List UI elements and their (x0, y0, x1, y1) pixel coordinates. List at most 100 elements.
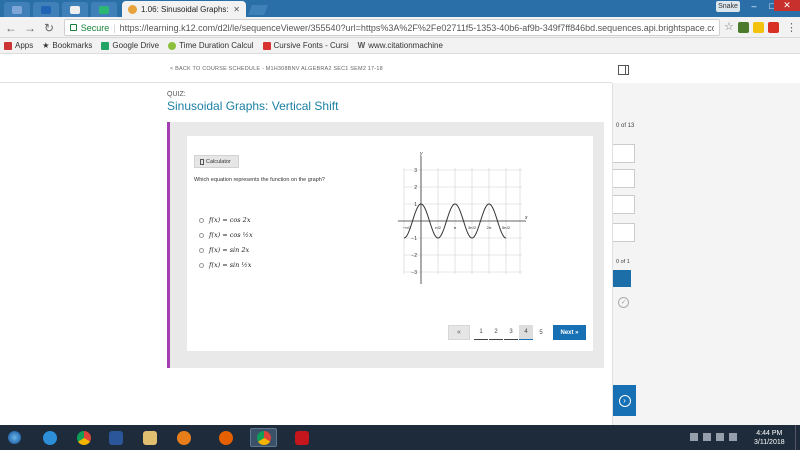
bookmark-label: www.citationmachine (368, 41, 443, 50)
x-tick-3half-pi: 3π/2 (468, 225, 477, 230)
chrome-icon (76, 430, 91, 445)
page-button-1[interactable]: 1 (474, 325, 488, 340)
font-icon (262, 41, 271, 50)
word-icon (108, 430, 123, 445)
taskbar-chrome[interactable] (70, 428, 97, 447)
window-close-icon[interactable]: ✕ (774, 0, 800, 11)
radio-button[interactable] (199, 247, 204, 253)
side-item-1[interactable] (613, 144, 635, 163)
drive-icon (101, 41, 110, 50)
bookmark-cursive-fonts[interactable]: Cursive Fonts - Cursi (262, 41, 349, 50)
user-profile-chip[interactable]: Snake (716, 1, 740, 12)
calculator-button[interactable]: Calculator (194, 155, 239, 168)
taskbar-ie[interactable] (36, 428, 63, 447)
x-tick-2pi: 2π (487, 225, 492, 230)
side-item-3[interactable] (613, 195, 635, 214)
next-button[interactable]: Next » (553, 325, 586, 340)
new-tab-button[interactable] (248, 5, 268, 15)
answer-option-4[interactable]: f(x) = sin ½x (199, 261, 251, 269)
page-viewport: < BACK TO COURSE SCHEDULE - M1H308BNV AL… (0, 55, 800, 425)
quiz-area: Calculator Which equation represents the… (167, 122, 604, 368)
taskbar-word[interactable] (102, 428, 129, 447)
answer-option-2[interactable]: f(x) = cos ½x (199, 231, 253, 239)
browser-menu-icon[interactable]: ⋮ (786, 21, 797, 34)
page-button-3[interactable]: 3 (504, 325, 518, 340)
answer-option-1[interactable]: f(x) = cos 2x (199, 216, 250, 224)
back-to-course-link[interactable]: < BACK TO COURSE SCHEDULE - M1H308BNV AL… (170, 66, 383, 72)
sub-progress-count: 0 of 1 (616, 259, 630, 265)
k12-favicon-icon (128, 4, 137, 14)
next-activity-button[interactable]: › (613, 385, 636, 416)
bookmark-star-icon[interactable]: ☆ (724, 20, 734, 33)
close-tab-icon[interactable]: ✕ (233, 5, 240, 14)
taskbar-player[interactable] (170, 428, 197, 447)
active-tab-title: 1.06: Sinusoidal Graphs: (141, 4, 229, 14)
page-button-2[interactable]: 2 (489, 325, 503, 340)
bookmark-time-duration[interactable]: Time Duration Calcul (168, 41, 254, 50)
page-title: Sinusoidal Graphs: Vertical Shift (167, 99, 339, 113)
side-item-2[interactable] (613, 169, 635, 188)
bookmark-apps[interactable]: Apps (4, 41, 33, 50)
back-arrow-icon[interactable]: ← (3, 20, 19, 36)
active-tab[interactable]: 1.06: Sinusoidal Graphs: ✕ (122, 1, 246, 17)
option-label: f(x) = sin ½x (209, 261, 252, 269)
start-button-icon[interactable] (8, 431, 21, 444)
question-card: Calculator Which equation represents the… (187, 136, 593, 351)
side-current-item[interactable] (613, 270, 631, 287)
browser-tab-strip: 1.06: Sinusoidal Graphs: ✕ Snake – □ ✕ (0, 0, 800, 17)
folder-icon (142, 430, 157, 445)
bookmark-label: Cursive Fonts - Cursi (273, 41, 349, 50)
taskbar-firefox[interactable] (212, 428, 239, 447)
pinned-tab-green[interactable] (91, 2, 117, 17)
radio-button[interactable] (199, 217, 204, 223)
taskbar-acrobat[interactable] (288, 428, 315, 447)
address-bar[interactable]: Secure | https://learning.k12.com/d2l/le… (64, 19, 720, 36)
pinned-tab-photos[interactable] (62, 2, 88, 17)
taskbar-clock[interactable]: 4:44 PM 3/11/2018 (754, 429, 785, 447)
radio-button[interactable] (199, 262, 204, 268)
side-item-4[interactable] (613, 223, 635, 242)
extension-icon-2[interactable] (753, 22, 764, 33)
bookmark-label: Bookmarks (52, 41, 93, 50)
x-tick-5half-pi: 5π/2 (502, 225, 511, 230)
pinned-tab-outlook[interactable] (33, 2, 59, 17)
page-button-5[interactable]: 5 (534, 325, 548, 340)
answer-option-3[interactable]: f(x) = sin 2x (199, 246, 249, 254)
x-tick-pi: π (454, 225, 457, 230)
y-tick-1: 1 (414, 202, 417, 208)
course-topbar: < BACK TO COURSE SCHEDULE - M1H308BNV AL… (0, 55, 612, 83)
quiz-label: QUIZ: (167, 91, 186, 98)
x-tick-half-pi: π/2 (435, 225, 442, 230)
volume-icon[interactable] (729, 433, 737, 441)
url-text: https://learning.k12.com/d2l/le/sequence… (119, 22, 714, 33)
bookmark-google-drive[interactable]: Google Drive (101, 41, 159, 50)
taskbar-chrome-active[interactable] (250, 428, 277, 447)
bookmark-label: Time Duration Calcul (179, 41, 254, 50)
radio-button[interactable] (199, 232, 204, 238)
show-desktop-button[interactable] (795, 425, 800, 450)
calculator-icon (200, 158, 204, 165)
pinned-tab-mail[interactable] (4, 2, 30, 17)
extension-icon-1[interactable] (738, 22, 749, 33)
screen: 1.06: Sinusoidal Graphs: ✕ Snake – □ ✕ ←… (0, 0, 800, 450)
panel-toggle-icon[interactable] (618, 65, 629, 75)
page-button-4[interactable]: 4 (519, 325, 533, 340)
network-icon[interactable] (716, 433, 724, 441)
chrome-icon (256, 430, 271, 445)
prev-page-button[interactable]: « (448, 325, 470, 340)
bookmark-bookmarks[interactable]: ★ Bookmarks (42, 41, 92, 50)
forward-arrow-icon[interactable]: → (22, 20, 38, 36)
flag-icon[interactable] (703, 433, 711, 441)
minimize-icon[interactable]: – (744, 0, 764, 11)
taskbar-files[interactable] (136, 428, 163, 447)
reload-icon[interactable]: ↻ (41, 20, 57, 36)
calculator-label: Calculator (206, 158, 231, 165)
bookmark-label: Google Drive (112, 41, 160, 50)
tray-arrow-icon[interactable] (690, 433, 698, 441)
y-axis-label: y (419, 151, 423, 157)
extension-icon-3[interactable] (768, 22, 779, 33)
lock-icon (70, 24, 77, 31)
chevron-right-icon: › (618, 394, 631, 407)
firefox-icon (218, 430, 233, 445)
bookmark-citation-machine[interactable]: Wwww.citationmachine (358, 41, 443, 50)
